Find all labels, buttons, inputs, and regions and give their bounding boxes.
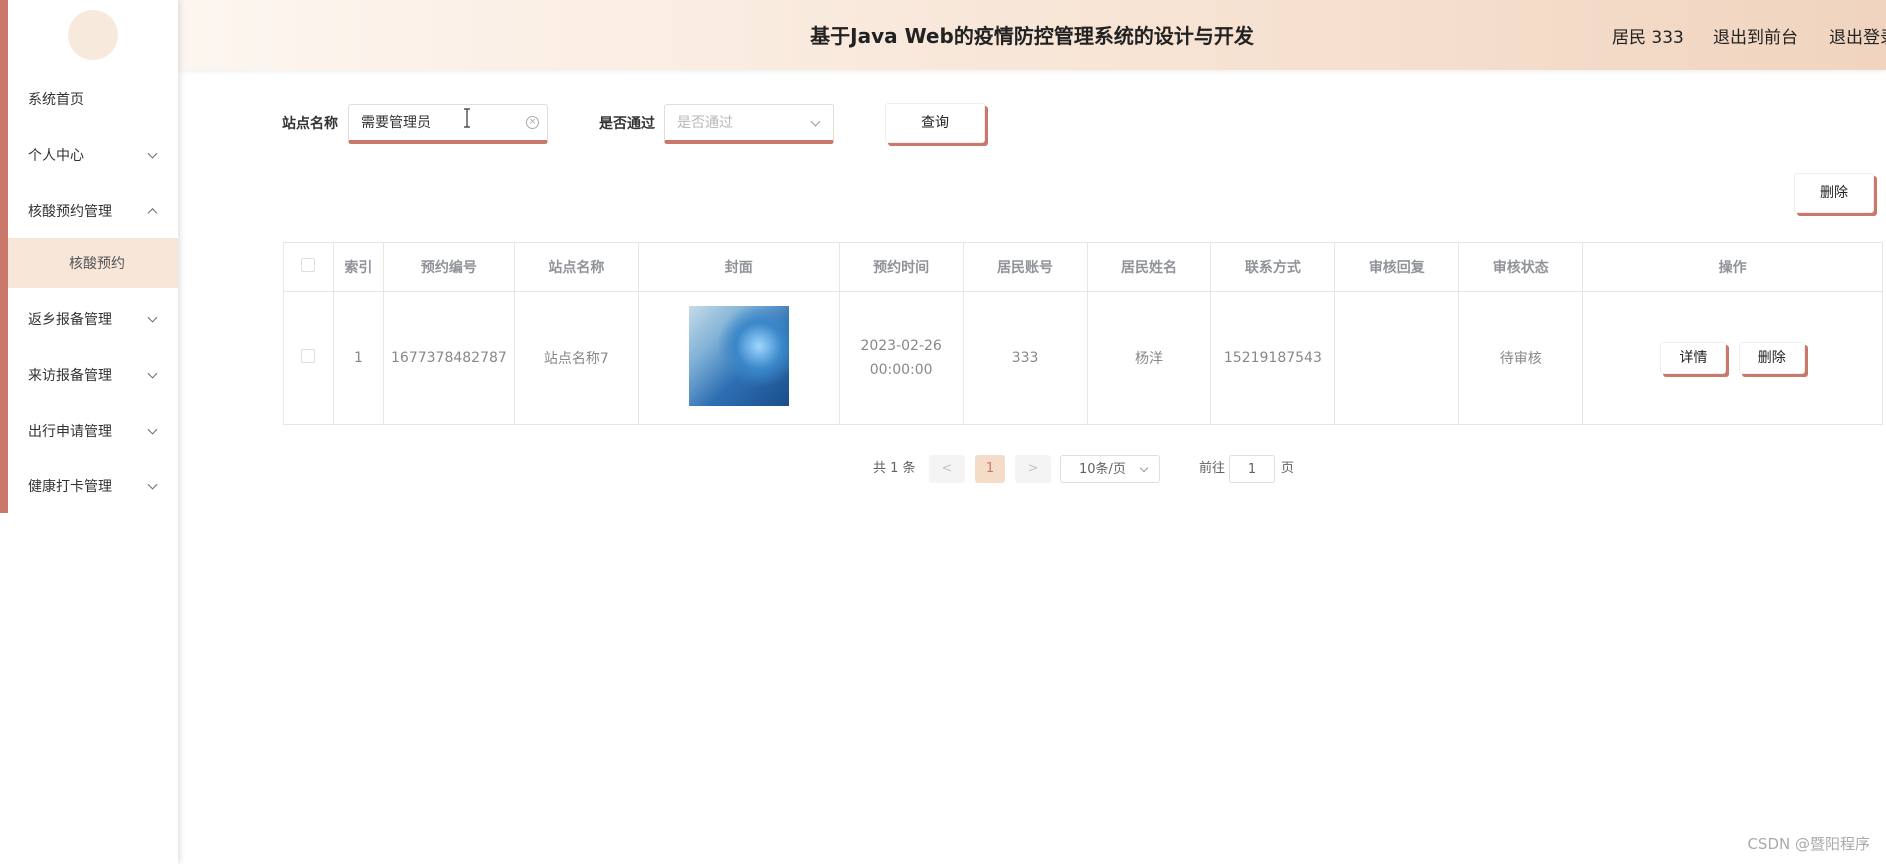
reply-cell (1334, 291, 1460, 425)
sidebar-item-health-checkin-management[interactable]: 健康打卡管理 (8, 458, 178, 514)
station-name-value: 需要管理员 (361, 115, 431, 131)
sidebar-item-label: 来访报备管理 (28, 368, 112, 384)
column-header: 索引 (332, 242, 384, 292)
avatar (68, 10, 118, 60)
column-header: 预约编号 (382, 242, 515, 292)
sidebar-item-label: 个人中心 (28, 148, 84, 164)
sidebar: 系统首页 个人中心 核酸预约管理 核酸预约 返乡报备管理 来访报备管理 出行申请… (0, 0, 178, 864)
sidebar-item-label: 核酸预约管理 (28, 204, 112, 220)
actions-cell: 详情 删除 (1582, 291, 1883, 425)
sidebar-item-label: 核酸预约 (69, 256, 125, 272)
table-row: 1 1677378482787 站点名称7 2023-02-26 00:00:0… (283, 291, 1883, 425)
page-size-value: 10条/页 (1079, 462, 1126, 477)
select-all-cell[interactable] (283, 242, 334, 292)
sidebar-item-home[interactable]: 系统首页 (8, 71, 178, 127)
user-name: 居民 333 (1612, 28, 1684, 48)
station-cell: 站点名称7 (513, 291, 639, 425)
sidebar-accent-bar (0, 0, 8, 513)
logout-link[interactable]: 退出登录 (1829, 0, 1886, 76)
column-header: 封面 (637, 242, 840, 292)
select-all-checkbox[interactable] (301, 258, 316, 272)
cover-cell (637, 291, 840, 425)
column-header: 联系方式 (1210, 242, 1336, 292)
column-header: 预约时间 (838, 242, 964, 292)
sidebar-item-label: 系统首页 (28, 92, 84, 108)
row-delete-button[interactable]: 删除 (1738, 342, 1805, 374)
chevron-down-icon (810, 116, 821, 127)
sidebar-item-nucleic-booking-management[interactable]: 核酸预约管理 (8, 183, 178, 239)
booking-table: 索引 预约编号 站点名称 封面 预约时间 居民账号 居民姓名 联系方式 审核回复… (283, 242, 1883, 425)
goto-suffix: 页 (1281, 461, 1295, 476)
batch-delete-button[interactable]: 删除 (1794, 173, 1874, 213)
row-checkbox[interactable] (301, 349, 316, 363)
chevron-up-icon (147, 208, 158, 219)
account-cell: 333 (962, 291, 1088, 425)
query-button[interactable]: 查询 (885, 103, 985, 143)
column-header: 居民账号 (962, 242, 1088, 292)
chevron-down-icon (1139, 463, 1149, 473)
prev-page-button[interactable]: < (929, 455, 965, 483)
time-cell: 2023-02-26 00:00:00 (838, 291, 964, 425)
sidebar-subitem-nucleic-booking[interactable]: 核酸预约 (8, 238, 178, 288)
passed-select-placeholder: 是否通过 (677, 115, 733, 131)
column-header: 居民姓名 (1086, 242, 1212, 292)
chevron-down-icon (147, 148, 158, 159)
chevron-down-icon (147, 424, 158, 435)
watermark-text: CSDN @暨阳程序 (1747, 835, 1870, 853)
table-header-row: 索引 预约编号 站点名称 封面 预约时间 居民账号 居民姓名 联系方式 审核回复… (283, 242, 1883, 292)
cover-image[interactable] (688, 306, 789, 406)
index-cell: 1 (332, 291, 384, 425)
sidebar-item-label: 返乡报备管理 (28, 312, 112, 328)
detail-button[interactable]: 详情 (1660, 342, 1727, 374)
chevron-down-icon (147, 368, 158, 379)
column-header: 站点名称 (513, 242, 639, 292)
next-page-button[interactable]: > (1015, 455, 1051, 483)
sidebar-item-personal-center[interactable]: 个人中心 (8, 127, 178, 183)
pagination-total: 共 1 条 (873, 461, 916, 476)
name-cell: 杨洋 (1086, 291, 1212, 425)
goto-page-input[interactable]: 1 (1229, 455, 1275, 483)
goto-prefix: 前往 (1199, 461, 1226, 476)
sidebar-item-visit-report-management[interactable]: 来访报备管理 (8, 347, 178, 403)
sidebar-item-label: 健康打卡管理 (28, 479, 112, 495)
current-page-button[interactable]: 1 (975, 455, 1005, 483)
phone-cell: 15219187543 (1210, 291, 1336, 425)
column-header: 审核状态 (1458, 242, 1584, 292)
page-size-select[interactable]: 10条/页 (1060, 455, 1160, 483)
chevron-down-icon (147, 479, 158, 490)
station-name-label: 站点名称 (282, 116, 338, 132)
column-header: 操作 (1582, 242, 1883, 292)
status-cell: 待审核 (1458, 291, 1584, 425)
station-name-input[interactable]: 需要管理员 × (348, 104, 548, 144)
sidebar-item-label: 出行申请管理 (28, 424, 112, 440)
row-select-cell[interactable] (283, 291, 334, 425)
top-header: 基于Java Web的疫情防控管理系统的设计与开发 居民 333 退出到前台 退… (178, 0, 1886, 70)
column-header: 审核回复 (1334, 242, 1460, 292)
sidebar-item-return-report-management[interactable]: 返乡报备管理 (8, 291, 178, 347)
sidebar-item-travel-application-management[interactable]: 出行申请管理 (8, 403, 178, 459)
chevron-down-icon (147, 312, 158, 323)
clear-icon[interactable]: × (526, 116, 539, 129)
text-cursor-icon (464, 108, 470, 128)
passed-select[interactable]: 是否通过 (664, 104, 834, 144)
booking-no-cell: 1677378482787 (382, 291, 515, 425)
back-to-front-link[interactable]: 退出到前台 (1713, 0, 1798, 76)
passed-label: 是否通过 (599, 116, 655, 132)
